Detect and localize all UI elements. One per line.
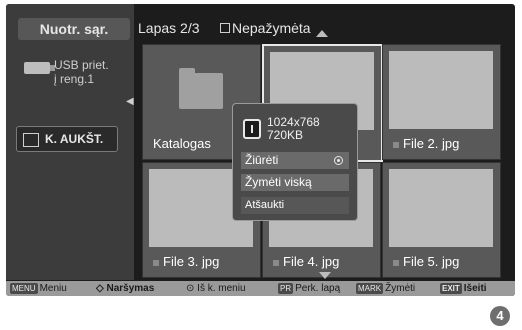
usb-icon bbox=[24, 62, 55, 74]
ok-icon: ⊙ bbox=[186, 283, 198, 294]
exit-key-badge: EXIT bbox=[440, 283, 462, 294]
folder-icon bbox=[179, 68, 223, 109]
up-folder-label: K. AUKŠT. bbox=[45, 132, 104, 146]
help-mark-label: Žymėti bbox=[385, 283, 416, 294]
menu-item-label: Žiūrėti bbox=[245, 153, 279, 167]
help-exit: EXIT Išeiti bbox=[440, 283, 487, 294]
tile-file-5[interactable]: File 5. jpg bbox=[382, 162, 501, 278]
tile-caption: File 3. jpg bbox=[153, 254, 219, 269]
tile-file-2[interactable]: File 2. jpg bbox=[382, 44, 501, 160]
sidebar-title: Nuotr. sąr. bbox=[18, 18, 130, 40]
menu-item-cancel[interactable]: Atšaukti bbox=[241, 197, 349, 214]
tv-screen: Nuotr. sąr. USB priet. į reng.1 K. AUKŠT… bbox=[6, 4, 515, 296]
file-info: 1024x768 720KB bbox=[267, 116, 320, 142]
tile-caption: Katalogas bbox=[153, 136, 211, 151]
thumbnail-image bbox=[389, 169, 493, 247]
page-indicator: Lapas 2/3 bbox=[138, 20, 200, 36]
menu-key-badge: MENU bbox=[10, 283, 38, 294]
help-navigate: ◇ Naršymas bbox=[96, 283, 154, 294]
step-number-badge: 4 bbox=[490, 306, 510, 326]
file-context-menu: 1024x768 720KB Žiūrėti Žymėti viską Atša… bbox=[232, 103, 358, 221]
help-page-label: Perk. lapą bbox=[295, 283, 341, 294]
tile-caption-text: File 4. jpg bbox=[283, 254, 340, 269]
file-size: 720KB bbox=[267, 128, 304, 142]
info-icon bbox=[243, 119, 261, 139]
help-menu-label: Meniu bbox=[39, 283, 67, 294]
folder-up-icon bbox=[23, 132, 39, 147]
usb-device-label[interactable]: USB priet. į reng.1 bbox=[54, 58, 109, 86]
help-menu: MENU Meniu bbox=[10, 283, 67, 294]
mark-checkbox[interactable] bbox=[220, 23, 230, 33]
sidebar: Nuotr. sąr. USB priet. į reng.1 K. AUKŠT… bbox=[6, 4, 134, 280]
help-exit-menu: ⊙ Iš k. meniu bbox=[186, 283, 246, 294]
tile-caption-text: File 3. jpg bbox=[163, 254, 220, 269]
mark-indicator bbox=[273, 259, 279, 266]
left-arrow-icon[interactable]: ◀ bbox=[126, 96, 134, 107]
pr-key-badge: PR bbox=[278, 283, 294, 294]
scroll-up-icon[interactable] bbox=[316, 30, 328, 37]
tile-caption-text: File 2. jpg bbox=[403, 136, 460, 151]
help-exit-label: Išeiti bbox=[463, 283, 487, 294]
tile-caption: File 5. jpg bbox=[393, 254, 459, 269]
mark-filter-label: Nepažymėta bbox=[232, 20, 311, 36]
help-mark: MARK Žymėti bbox=[356, 283, 415, 294]
help-exit-menu-label: Iš k. meniu bbox=[197, 283, 246, 294]
usb-device-line2: į reng.1 bbox=[54, 72, 95, 86]
mark-indicator bbox=[393, 259, 399, 266]
header: Lapas 2/3 Nepažymėta bbox=[138, 18, 498, 42]
dpad-icon: ◇ bbox=[96, 283, 107, 294]
menu-item-label: Atšaukti bbox=[245, 199, 285, 211]
scroll-down-icon[interactable] bbox=[319, 272, 331, 279]
help-navigate-label: Naršymas bbox=[106, 283, 155, 294]
usb-device-line1: USB priet. bbox=[54, 58, 109, 72]
mark-indicator bbox=[153, 259, 159, 266]
thumbnail-image bbox=[389, 51, 493, 129]
tile-caption: File 4. jpg bbox=[273, 254, 339, 269]
up-folder-button[interactable]: K. AUKŠT. bbox=[16, 126, 118, 152]
radio-selected-icon bbox=[334, 156, 343, 165]
mark-key-badge: MARK bbox=[356, 283, 384, 294]
tile-caption: File 2. jpg bbox=[393, 136, 459, 151]
footer-help-bar: MENU Meniu ◇ Naršymas ⊙ Iš k. meniu PR Per… bbox=[6, 281, 515, 296]
menu-item-view[interactable]: Žiūrėti bbox=[241, 152, 349, 169]
tile-caption-text: File 5. jpg bbox=[403, 254, 460, 269]
menu-item-label: Žymėti viską bbox=[245, 175, 312, 189]
mark-indicator bbox=[393, 141, 399, 148]
help-page: PR Perk. lapą bbox=[278, 283, 340, 294]
menu-item-mark-all[interactable]: Žymėti viską bbox=[241, 174, 349, 191]
